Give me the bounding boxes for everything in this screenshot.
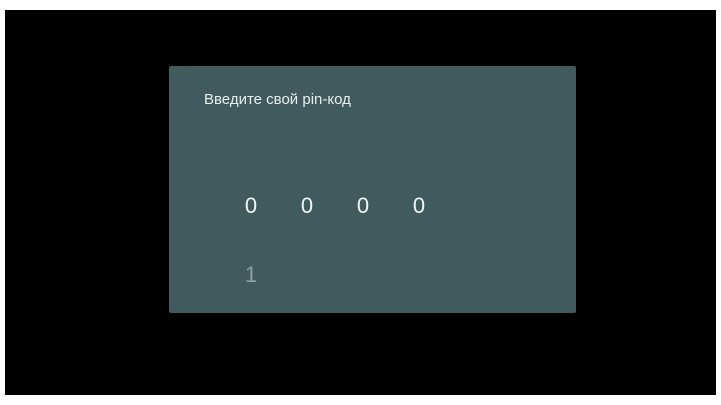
pin-digit-2[interactable]: 0 <box>297 193 317 219</box>
pin-digit-4[interactable]: 0 <box>409 193 429 219</box>
dialog-title: Введите свой pin-код <box>204 91 351 108</box>
tv-screen: Введите свой pin-код 0 0 0 0 1 <box>5 10 716 395</box>
pin-digit-picker-next-value[interactable]: 1 <box>241 262 261 288</box>
pin-digit-1[interactable]: 0 <box>241 193 261 219</box>
pin-dialog: Введите свой pin-код 0 0 0 0 1 <box>169 66 576 313</box>
pin-digit-3[interactable]: 0 <box>353 193 373 219</box>
